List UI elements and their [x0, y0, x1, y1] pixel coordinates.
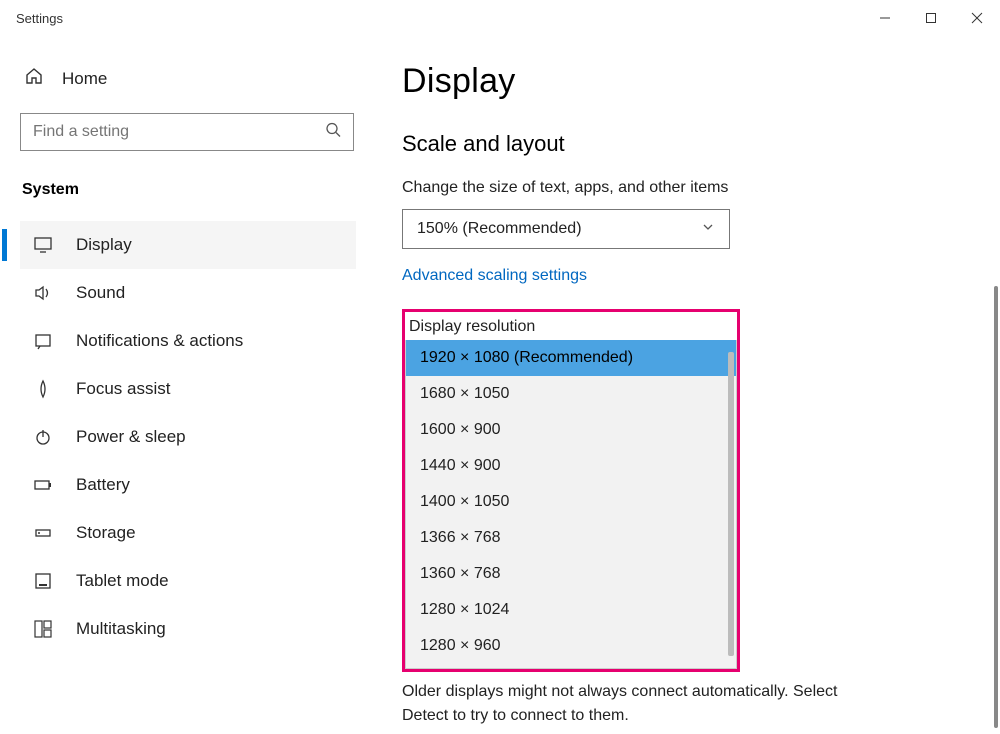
resolution-option[interactable]: 1360 × 768	[406, 556, 736, 592]
sidebar-item-sound[interactable]: Sound	[20, 269, 356, 317]
notifications-icon	[32, 331, 54, 351]
multitasking-icon	[32, 619, 54, 639]
sidebar-item-label: Battery	[76, 475, 356, 495]
section-title-scale-layout: Scale and layout	[402, 131, 976, 157]
resolution-highlight-box: Display resolution 1920 × 1080 (Recommen…	[402, 309, 740, 672]
sidebar-item-label: Focus assist	[76, 379, 356, 399]
resolution-option[interactable]: 1680 × 1050	[406, 376, 736, 412]
sidebar-item-label: Power & sleep	[76, 427, 356, 447]
home-icon	[24, 66, 44, 91]
home-button[interactable]: Home	[20, 62, 356, 95]
sidebar-nav: Display Sound Notifications & actions Fo…	[20, 221, 356, 653]
main-scrollbar[interactable]	[994, 286, 998, 728]
sidebar-item-label: Display	[76, 235, 356, 255]
sound-icon	[32, 283, 54, 303]
close-button[interactable]	[954, 0, 1000, 36]
resolution-option[interactable]: 1280 × 960	[406, 628, 736, 664]
sidebar-item-display[interactable]: Display	[20, 221, 356, 269]
maximize-button[interactable]	[908, 0, 954, 36]
resolution-option[interactable]: 1600 × 900	[406, 412, 736, 448]
search-input-container[interactable]	[20, 113, 354, 151]
display-icon	[32, 235, 54, 255]
scale-label: Change the size of text, apps, and other…	[402, 179, 976, 197]
sidebar-item-label: Notifications & actions	[76, 331, 356, 351]
detect-hint-text: Older displays might not always connect …	[402, 680, 882, 728]
sidebar-item-label: Multitasking	[76, 619, 356, 639]
resolution-option[interactable]: 1440 × 900	[406, 448, 736, 484]
power-icon	[32, 427, 54, 447]
sidebar-item-label: Storage	[76, 523, 356, 543]
category-label: System	[20, 171, 356, 221]
battery-icon	[32, 475, 54, 495]
sidebar-item-label: Sound	[76, 283, 356, 303]
sidebar-item-power-sleep[interactable]: Power & sleep	[20, 413, 356, 461]
sidebar-item-storage[interactable]: Storage	[20, 509, 356, 557]
resolution-scrollbar[interactable]	[728, 352, 734, 656]
sidebar-item-label: Tablet mode	[76, 571, 356, 591]
resolution-option[interactable]: 1920 × 1080 (Recommended)	[406, 340, 736, 376]
page-title: Display	[402, 62, 976, 101]
sidebar-item-notifications[interactable]: Notifications & actions	[20, 317, 356, 365]
scale-dropdown-value: 150% (Recommended)	[417, 220, 582, 238]
resolution-dropdown-open[interactable]: 1920 × 1080 (Recommended) 1680 × 1050 16…	[405, 340, 737, 669]
advanced-scaling-link[interactable]: Advanced scaling settings	[402, 267, 587, 285]
tablet-icon	[32, 571, 54, 591]
resolution-option[interactable]: 1280 × 1024	[406, 592, 736, 628]
search-icon	[325, 122, 341, 143]
resolution-label: Display resolution	[405, 312, 737, 340]
sidebar-item-battery[interactable]: Battery	[20, 461, 356, 509]
sidebar-item-focus-assist[interactable]: Focus assist	[20, 365, 356, 413]
resolution-option[interactable]: 1400 × 1050	[406, 484, 736, 520]
storage-icon	[32, 523, 54, 543]
chevron-down-icon	[701, 220, 715, 239]
sidebar-item-tablet-mode[interactable]: Tablet mode	[20, 557, 356, 605]
home-label: Home	[62, 69, 107, 89]
resolution-option[interactable]: 1366 × 768	[406, 520, 736, 556]
sidebar-item-multitasking[interactable]: Multitasking	[20, 605, 356, 653]
window-title: Settings	[16, 11, 63, 26]
minimize-button[interactable]	[862, 0, 908, 36]
search-input[interactable]	[21, 123, 353, 141]
scale-dropdown[interactable]: 150% (Recommended)	[402, 209, 730, 249]
focus-icon	[32, 379, 54, 399]
